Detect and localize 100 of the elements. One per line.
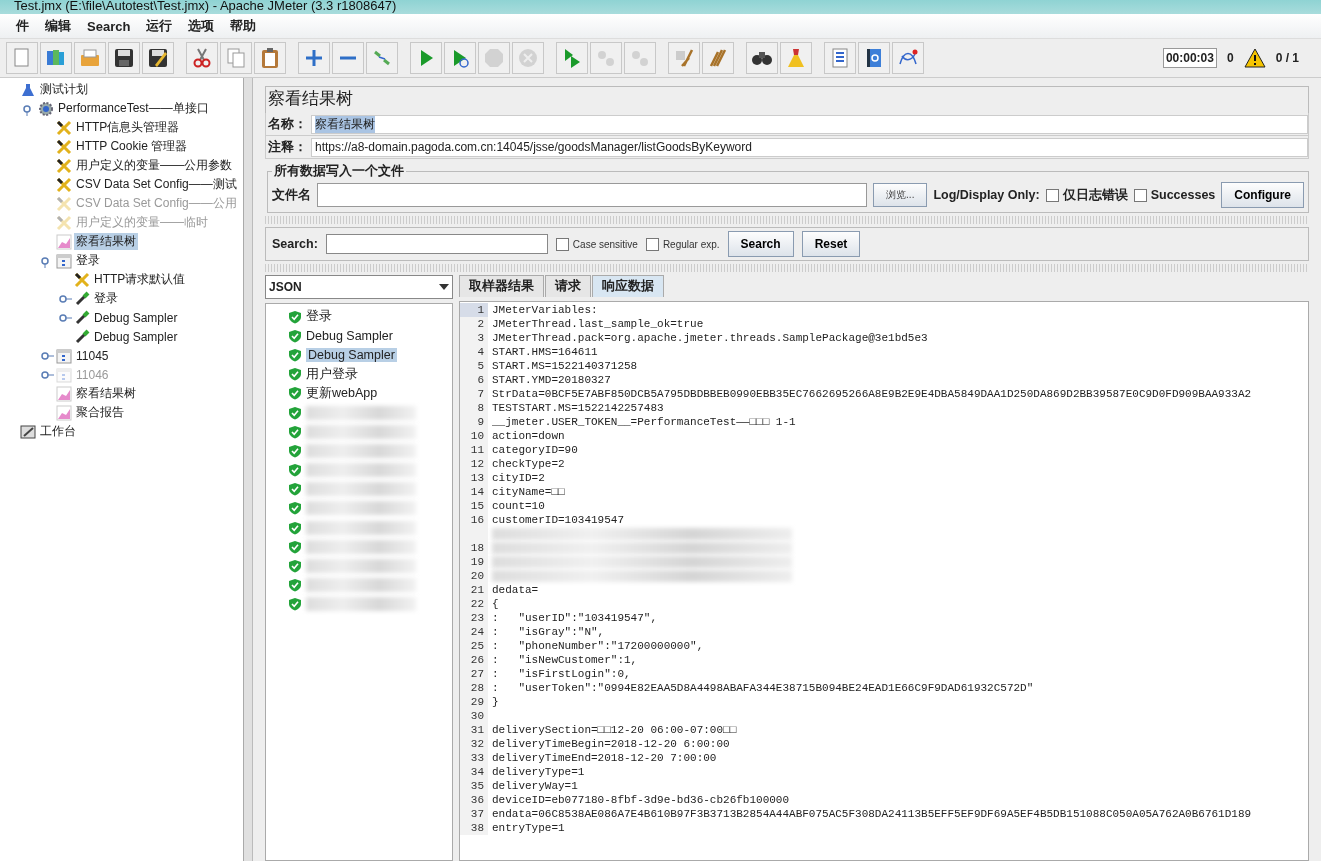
warning-icon[interactable] — [1243, 48, 1266, 68]
code-line: count=10 — [491, 499, 545, 513]
tab[interactable]: 取样器结果 — [459, 275, 544, 297]
menu-item[interactable]: 选项 — [182, 15, 221, 37]
check-shield-icon — [288, 559, 302, 574]
tree-item[interactable]: 测试计划 — [38, 81, 90, 98]
pipettes-button[interactable] — [366, 42, 398, 74]
filename-field[interactable] — [317, 183, 868, 207]
line-number: 24 — [460, 625, 488, 639]
menu-item[interactable]: 帮助 — [224, 15, 263, 37]
tab[interactable]: 响应数据 — [592, 275, 664, 297]
checkbox-label: Regular exp. — [662, 238, 720, 250]
tree-item[interactable]: HTTP Cookie 管理器 — [74, 138, 190, 155]
code-line: cityID=2 — [491, 471, 545, 485]
menu-item[interactable]: Search — [81, 16, 137, 36]
tree-item[interactable]: 登录 — [74, 252, 102, 269]
checkbox[interactable] — [1045, 188, 1059, 202]
help-book-button[interactable] — [858, 42, 890, 74]
tree-item[interactable]: 察看结果树 — [74, 233, 138, 250]
tree-item[interactable]: 用户定义的变量——公用参数 — [74, 157, 234, 174]
check-shield-icon — [288, 347, 302, 362]
search-bar-button[interactable]: Search — [727, 231, 794, 257]
tree-item[interactable]: 聚合报告 — [74, 404, 126, 421]
code-line: JMeterThread.last_sample_ok=true — [491, 317, 704, 331]
line-number: 10 — [460, 429, 488, 443]
tree-item[interactable]: CSV Data Set Config——测试 — [74, 176, 239, 193]
code-line: JMeterVariables: — [491, 303, 598, 317]
tab[interactable]: 请求 — [545, 275, 591, 297]
menu-item[interactable]: 件 — [10, 15, 35, 37]
check-shield-icon — [288, 443, 302, 458]
binoculars-button[interactable] — [746, 42, 778, 74]
code-line: categoryID=90 — [491, 443, 578, 457]
tree-item[interactable]: 工作台 — [38, 423, 78, 440]
code-line: JMeterThread.pack=org.apache.jmeter.threads.SamplePackage@3e1bd5e3 — [491, 331, 928, 345]
tree-item[interactable]: PerformanceTest——单接口 — [56, 100, 211, 117]
check-shield-icon — [288, 482, 302, 497]
checkbox[interactable] — [555, 237, 569, 251]
code-line: entryType=1 — [491, 821, 565, 835]
wrench-icon — [56, 157, 72, 174]
tree-item[interactable]: 11045 — [74, 348, 111, 363]
dropdown-arrow-icon[interactable] — [439, 284, 449, 290]
line-number: 12 — [460, 457, 488, 471]
checkbox-label: 仅日志错误 — [1062, 186, 1128, 204]
search-bar-button[interactable]: Reset — [801, 231, 861, 257]
comment-field[interactable]: https://a8-domain.pagoda.com.cn:14045/jsse/goodsManager/listGoodsByKeyword — [311, 137, 1308, 157]
tree-item[interactable]: Debug Sampler — [92, 329, 180, 344]
plus-button[interactable] — [298, 42, 330, 74]
line-number: 16 — [460, 513, 488, 527]
check-shield-icon — [288, 309, 302, 324]
browse-button[interactable]: 浏览... — [873, 183, 928, 207]
result-item[interactable]: 用户登录 — [306, 365, 358, 383]
play-circle-button[interactable] — [444, 42, 476, 74]
scissors-button[interactable] — [186, 42, 218, 74]
line-number: 22 — [460, 597, 488, 611]
save-button[interactable] — [108, 42, 140, 74]
configure-button[interactable]: Configure — [1221, 182, 1304, 208]
name-field[interactable]: 察看结果树 — [311, 114, 1308, 134]
renderer-dropdown[interactable]: JSON — [265, 275, 453, 299]
checkbox[interactable] — [645, 237, 659, 251]
pipette-icon — [74, 309, 90, 326]
save-pencil-button[interactable] — [142, 42, 174, 74]
pipette-icon — [74, 328, 90, 345]
code-line: deliverySection=□□12-20 06:00-07:00□□ — [491, 723, 737, 737]
double-play-button[interactable] — [556, 42, 588, 74]
wrench-icon — [56, 214, 72, 231]
list-button[interactable] — [824, 42, 856, 74]
menu-item[interactable]: 编辑 — [39, 15, 77, 37]
play-button[interactable] — [410, 42, 442, 74]
save-icon — [112, 46, 136, 70]
result-item[interactable]: Debug Sampler — [306, 328, 393, 343]
clipboard-button[interactable] — [254, 42, 286, 74]
search-field[interactable] — [325, 234, 548, 254]
minus-icon — [340, 56, 356, 60]
code-line: : "isFirstLogin":0, — [491, 667, 631, 681]
elapsed-time: 00:00:03 — [1162, 48, 1217, 68]
tree-item[interactable]: HTTP请求默认值 — [92, 271, 188, 288]
check-shield-icon — [288, 367, 302, 382]
tree-item[interactable]: 登录 — [92, 290, 120, 307]
line-number: 37 — [460, 807, 488, 821]
line-number: 1 — [460, 303, 488, 317]
line-number: 32 — [460, 737, 488, 751]
chart-icon — [56, 233, 72, 250]
line-number: 21 — [460, 583, 488, 597]
menu-item[interactable]: 运行 — [140, 15, 179, 37]
tree-item[interactable]: Debug Sampler — [92, 310, 180, 325]
checkbox[interactable] — [1133, 188, 1147, 202]
broom-button[interactable] — [668, 42, 700, 74]
result-item[interactable]: 登录 — [306, 308, 332, 326]
books-button[interactable] — [40, 42, 72, 74]
tree-item[interactable]: HTTP信息头管理器 — [74, 119, 182, 136]
result-item[interactable]: 更新webApp — [306, 384, 378, 402]
minus-button[interactable] — [332, 42, 364, 74]
tree-item[interactable]: 察看结果树 — [74, 385, 138, 402]
scribble-button[interactable] — [892, 42, 924, 74]
brooms-button[interactable] — [702, 42, 734, 74]
broom-button[interactable] — [780, 42, 812, 74]
line-number: 15 — [460, 499, 488, 513]
code-line: TESTSTART.MS=1522142257483 — [491, 401, 664, 415]
wrench-icon — [56, 138, 72, 155]
result-item[interactable]: Debug Sampler — [306, 347, 397, 362]
